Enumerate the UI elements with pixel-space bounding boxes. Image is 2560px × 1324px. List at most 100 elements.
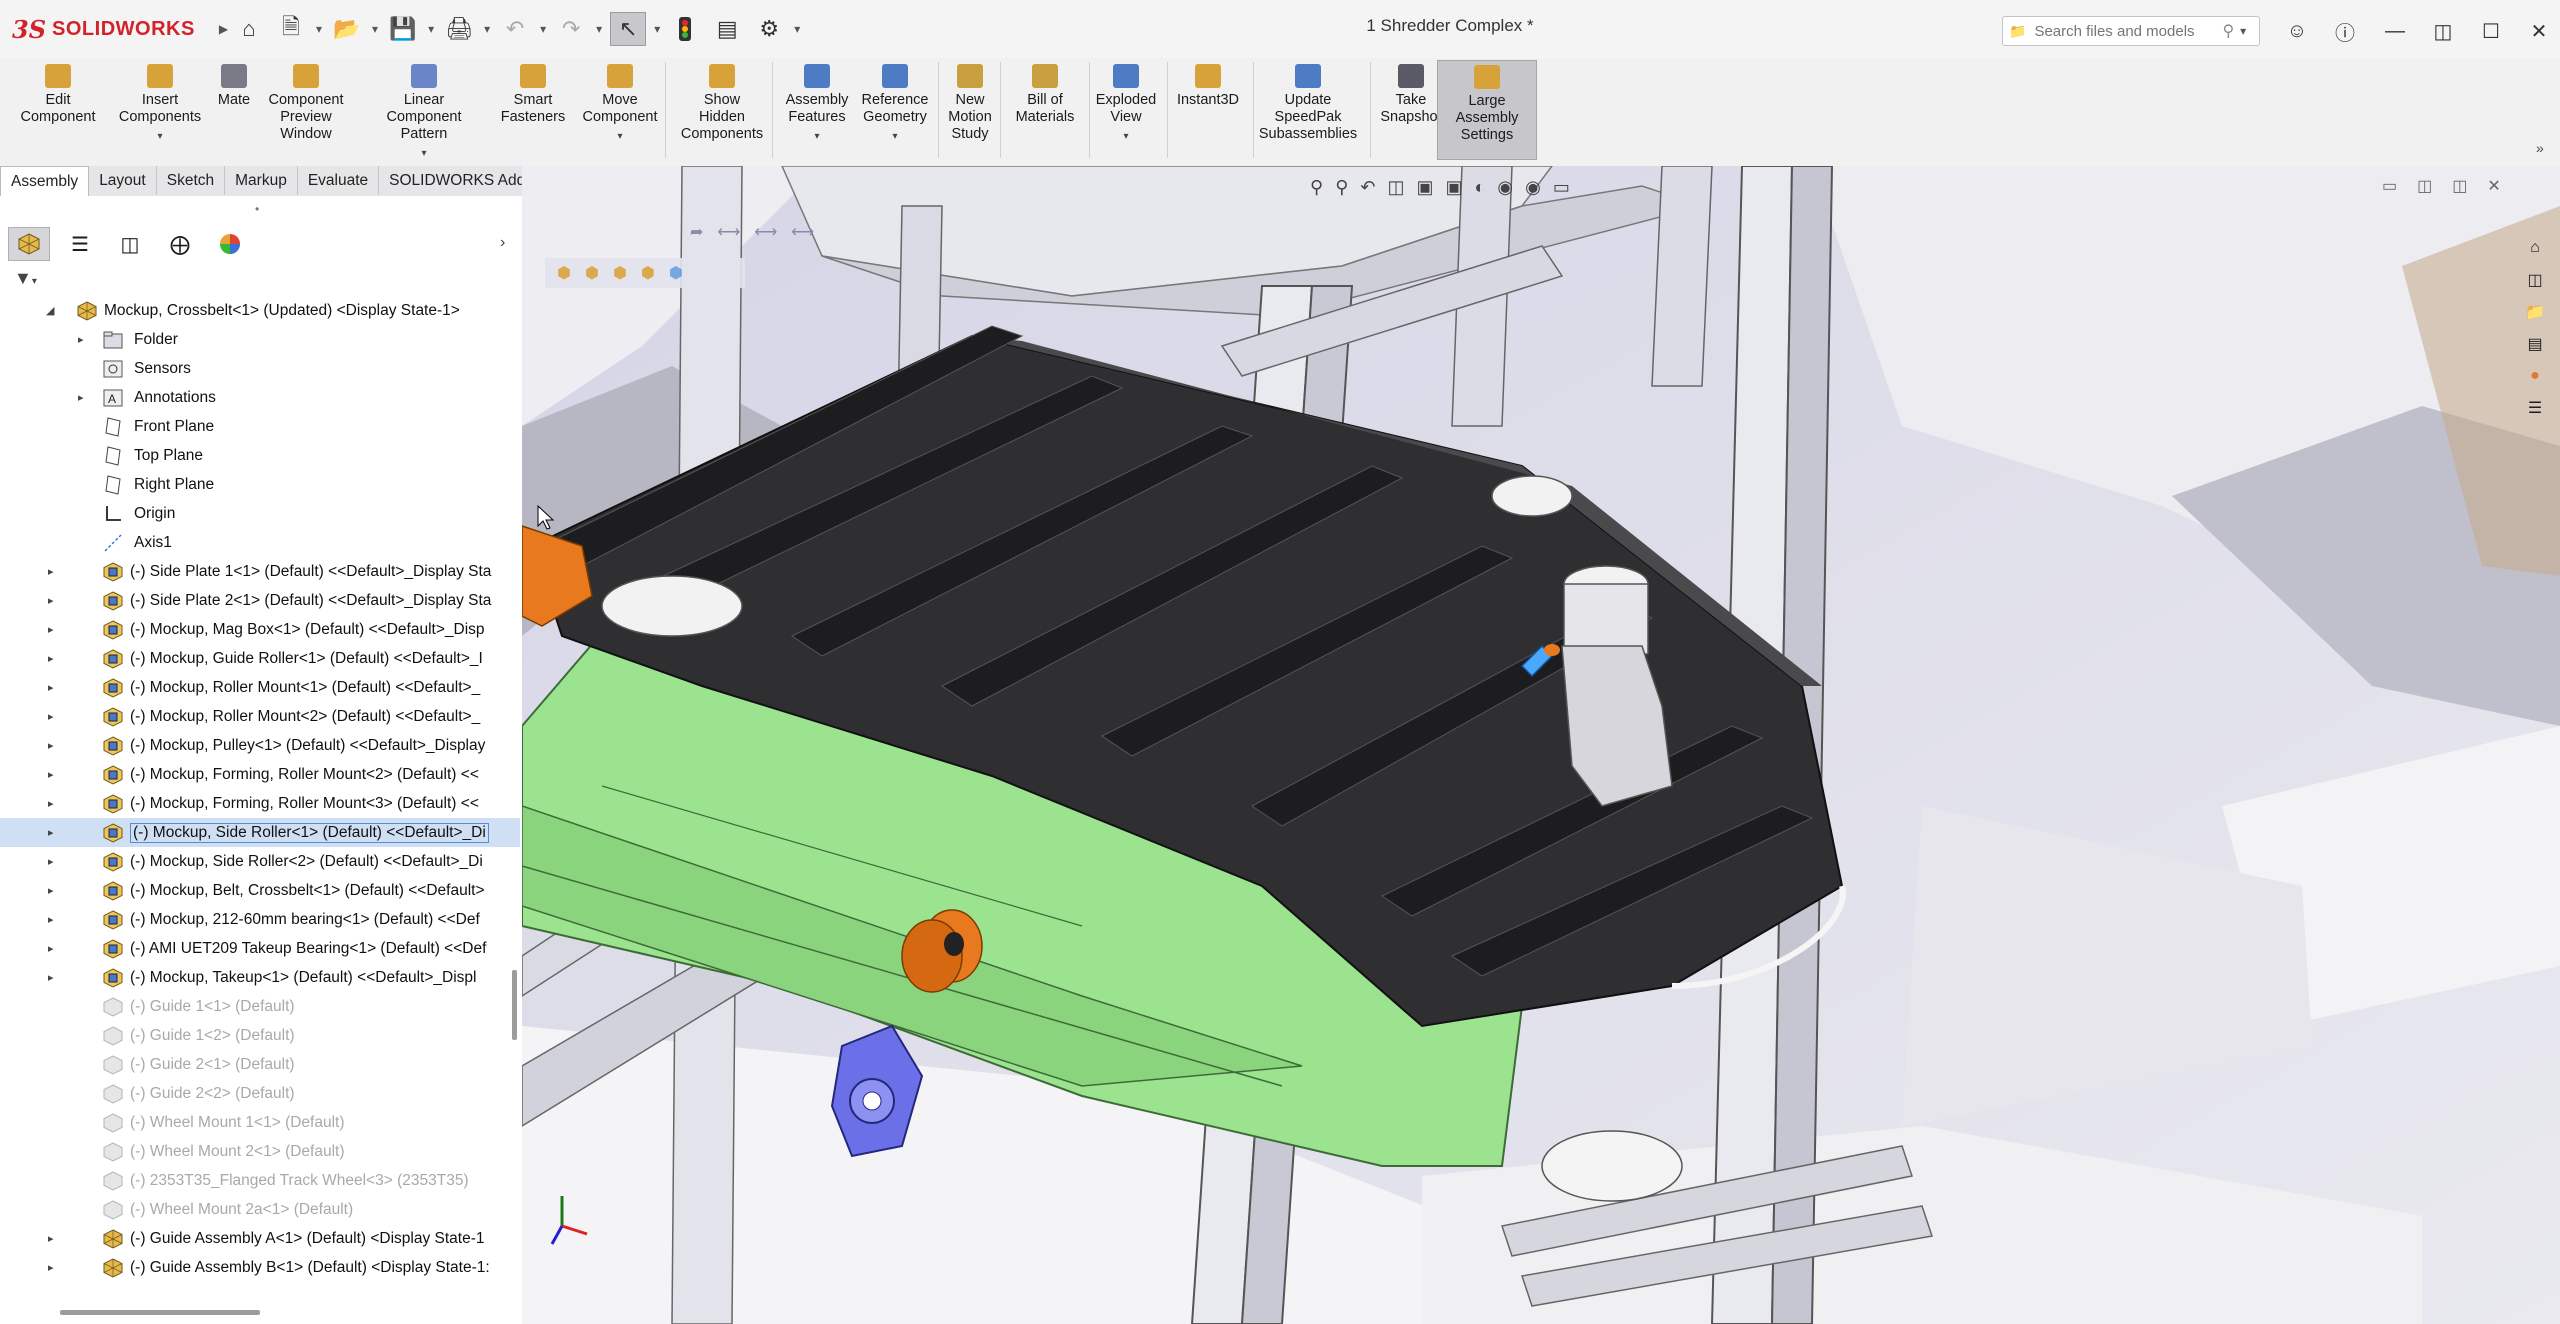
property-manager-icon[interactable]: ☰ (60, 228, 100, 260)
breadcrumb-assembly-icon[interactable]: ⬢ (557, 263, 571, 283)
move-component-button[interactable]: Move Component ▾ (570, 64, 670, 145)
tree-row[interactable]: Front Plane (0, 412, 520, 441)
expand-arrow-icon[interactable]: ▸ (48, 768, 54, 781)
design-library-icon[interactable]: ◫ (2522, 268, 2548, 292)
file-explorer-icon[interactable]: 📁 (2522, 300, 2548, 324)
tree-row[interactable]: ▸ (-) Mockup, Belt, Crossbelt<1> (Default… (0, 876, 520, 905)
tree-row[interactable]: (-) Guide 2<2> (Default) (0, 1079, 520, 1108)
tree-row[interactable]: ▸ (-) Mockup, Pulley<1> (Default) <<Defau… (0, 731, 520, 760)
breadcrumb-body-icon[interactable]: ⬢ (669, 263, 683, 283)
tree-row[interactable]: ▸ (-) Mockup, Side Roller<2> (Default) <<… (0, 847, 520, 876)
close-icon[interactable]: ✕ (2524, 16, 2554, 46)
chevron-down-icon[interactable]: ▾ (316, 22, 322, 36)
tree-row[interactable]: ▸ (-) Guide Assembly B<1> (Default) <Disp… (0, 1253, 520, 1282)
flyout-arrow-icon[interactable]: ➦ (690, 222, 703, 242)
maximize-icon[interactable]: ☐ (2476, 16, 2506, 46)
tree-row[interactable]: Axis1 (0, 528, 520, 557)
chevron-down-icon[interactable]: ▾ (2240, 24, 2246, 38)
open-folder-icon[interactable]: 📂 (330, 13, 364, 45)
tile-windows-icon[interactable]: ◫ (2428, 16, 2458, 46)
expand-arrow-icon[interactable]: ▸ (48, 942, 54, 955)
zoom-to-fit-icon[interactable]: ⚲ (1310, 177, 1323, 198)
chevron-down-icon[interactable]: ▾ (596, 22, 602, 36)
expand-arrow-icon[interactable]: ▸ (48, 565, 54, 578)
chevron-down-icon[interactable]: ▾ (892, 128, 897, 145)
display-style-icon[interactable]: ▣ (1446, 177, 1463, 198)
print-icon[interactable]: 🖨 (442, 13, 476, 45)
viewport-close-icon[interactable]: ✕ (2487, 176, 2500, 196)
tree-row[interactable]: (-) Guide 1<2> (Default) (0, 1021, 520, 1050)
tab-sketch[interactable]: Sketch (157, 166, 226, 195)
tab-evaluate[interactable]: Evaluate (298, 166, 380, 195)
breadcrumb-assembly-icon[interactable]: ⬢ (613, 263, 627, 283)
tree-row[interactable]: ▸ (-) Mockup, Guide Roller<1> (Default) <… (0, 644, 520, 673)
tree-row[interactable]: ▸ (-) Mockup, Forming, Roller Mount<3> (D… (0, 789, 520, 818)
tree-row[interactable]: Top Plane (0, 441, 520, 470)
chevron-down-icon[interactable]: ▾ (617, 128, 622, 145)
expand-arrow-icon[interactable]: ▸ (48, 797, 54, 810)
display-manager-icon[interactable] (210, 228, 250, 260)
section-view-icon[interactable]: ◫ (1387, 177, 1404, 198)
appearances-icon[interactable]: ● (2522, 364, 2548, 388)
breadcrumb-assembly-icon[interactable]: ⬢ (585, 263, 599, 283)
options-gear-icon[interactable]: ⚙ (752, 13, 786, 45)
feature-manager-icon[interactable] (8, 227, 50, 261)
tree-row[interactable]: ▸ (-) AMI UET209 Takeup Bearing<1> (Defau… (0, 934, 520, 963)
view-orientation-icon[interactable]: ▣ (1416, 177, 1433, 198)
tree-row[interactable]: ▸ (-) Mockup, 212-60mm bearing<1> (Defaul… (0, 905, 520, 934)
tree-row[interactable]: ▸ Folder (0, 325, 520, 354)
filter-icon[interactable]: ▼▾ (14, 268, 37, 289)
tree-row[interactable]: (-) Wheel Mount 2a<1> (Default) (0, 1195, 520, 1224)
flyout-width-icon[interactable]: ⟷ (754, 222, 777, 242)
tree-row[interactable]: ▸ A Annotations (0, 383, 520, 412)
chevron-down-icon[interactable]: ▾ (484, 22, 490, 36)
large-assembly-settings-button[interactable]: Large Assembly Settings (1437, 60, 1537, 160)
task-pane-expand-icon[interactable]: » (2536, 140, 2544, 156)
tree-row[interactable]: (-) Wheel Mount 2<1> (Default) (0, 1137, 520, 1166)
tree-row[interactable]: ▸ (-) Mockup, Mag Box<1> (Default) <<Defa… (0, 615, 520, 644)
tree-row[interactable]: ▸ (-) Guide Assembly A<1> (Default) <Disp… (0, 1224, 520, 1253)
tree-row[interactable]: ▸ (-) Mockup, Forming, Roller Mount<2> (D… (0, 760, 520, 789)
breadcrumb-part-icon[interactable]: ⬢ (641, 263, 655, 283)
viewport-restore-icon[interactable]: ◫ (2452, 176, 2467, 196)
home-icon[interactable]: ⌂ (232, 13, 266, 45)
expand-arrow-icon[interactable]: ▸ (48, 623, 54, 636)
tab-assembly[interactable]: Assembly (0, 166, 90, 196)
chevron-down-icon[interactable]: ▾ (814, 128, 819, 145)
tree-row[interactable]: ▸ (-) Mockup, Side Roller<1> (Default) <<… (0, 818, 520, 847)
chevron-down-icon[interactable]: ▾ (654, 22, 660, 36)
tree-row[interactable]: (-) Wheel Mount 1<1> (Default) (0, 1108, 520, 1137)
tree-row[interactable]: Origin (0, 499, 520, 528)
tree-row[interactable]: ▸ (-) Mockup, Roller Mount<2> (Default) <… (0, 702, 520, 731)
show-hidden-components-button[interactable]: Show Hidden Components (672, 64, 772, 143)
expand-arrow-icon[interactable]: ▸ (48, 1261, 54, 1274)
chevron-down-icon[interactable]: ▾ (428, 22, 434, 36)
view-settings-icon[interactable]: ▭ (1553, 177, 1570, 198)
edit-appearance-icon[interactable]: ◉ (1497, 177, 1513, 198)
expand-arrow-icon[interactable]: ▸ (48, 913, 54, 926)
chevron-down-icon[interactable]: ▾ (421, 145, 426, 162)
chevron-down-icon[interactable]: ▾ (1123, 128, 1128, 145)
expand-arrow-icon[interactable]: ▸ (48, 1232, 54, 1245)
chevron-down-icon[interactable]: ▾ (157, 128, 162, 145)
tree-row[interactable]: ▸ (-) Side Plate 2<1> (Default) <<Default… (0, 586, 520, 615)
expand-arrow-icon[interactable]: ▸ (48, 826, 54, 839)
tree-scrollbar[interactable] (512, 970, 517, 1040)
chevron-down-icon[interactable]: ▾ (372, 22, 378, 36)
configuration-manager-icon[interactable]: ◫ (110, 228, 150, 260)
conveyor-model-render[interactable] (522, 166, 2560, 1324)
expand-arrow-icon[interactable]: ▸ (48, 971, 54, 984)
tree-row[interactable]: ◢ Mockup, Crossbelt<1> (Updated) <Display… (0, 296, 520, 325)
component-preview-window-button[interactable]: Component Preview Window (256, 64, 356, 143)
user-account-icon[interactable]: ☺ (2282, 16, 2312, 46)
expand-arrow-icon[interactable]: ▸ (48, 739, 54, 752)
previous-view-icon[interactable]: ↶ (1360, 177, 1375, 198)
collapse-arrow-icon[interactable]: ◢ (46, 304, 54, 317)
update-speedpak-button[interactable]: Update SpeedPak Subassemblies (1258, 64, 1358, 143)
flyout-width-icon[interactable]: ⟷ (791, 222, 814, 242)
expand-arrow-icon[interactable]: ▸ (48, 594, 54, 607)
dimxpert-manager-icon[interactable]: ⨁ (160, 228, 200, 260)
tree-horizontal-scrollbar[interactable] (60, 1310, 260, 1315)
undo-icon[interactable]: ↶ (498, 13, 532, 45)
help-icon[interactable]: ⓘ (2330, 16, 2360, 46)
